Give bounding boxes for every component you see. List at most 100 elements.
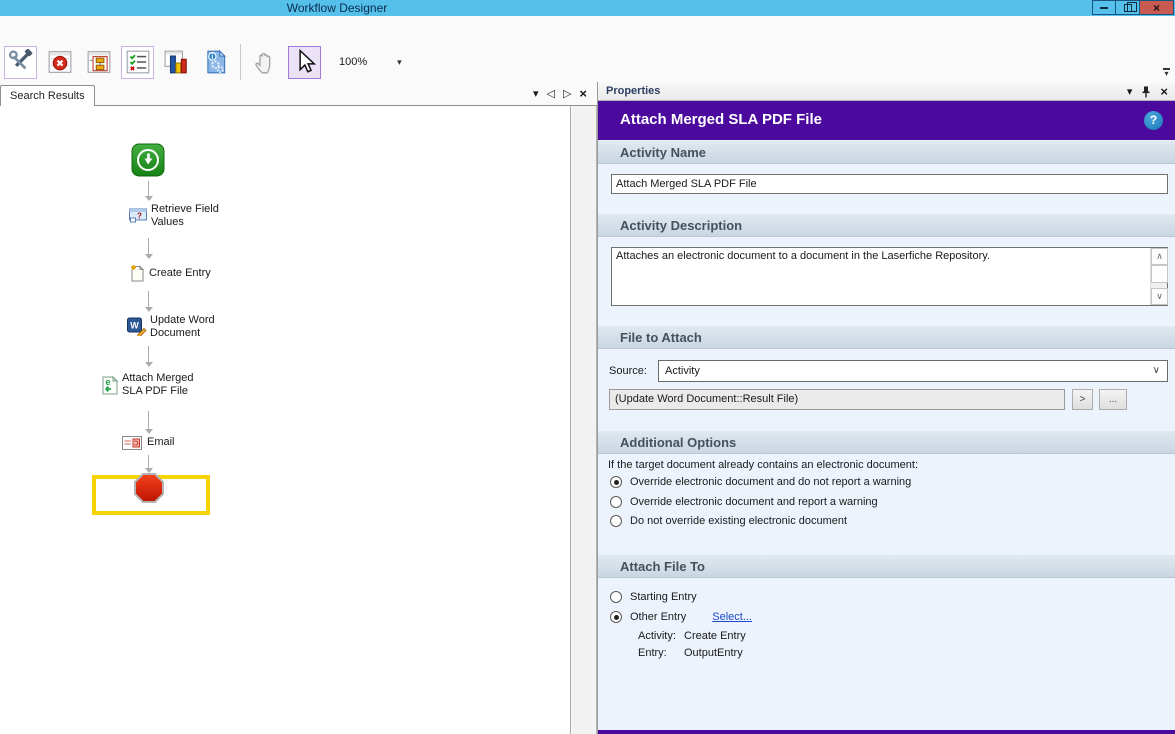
window-title: Workflow Designer	[286, 1, 388, 15]
radio-label: Override electronic document and do not …	[630, 476, 912, 488]
chevron-down-icon: ∨	[1152, 365, 1160, 376]
toolbar-overflow-button[interactable]: ▾	[1163, 68, 1170, 77]
scroll-up-icon[interactable]: ∧	[1151, 248, 1168, 265]
document-tab-bar: Search Results ▾ ◁ ▷ ×	[0, 84, 597, 106]
task-list-button[interactable]	[121, 45, 154, 79]
svg-text:W: W	[130, 321, 139, 331]
stop-icon	[134, 473, 164, 503]
email-icon	[122, 436, 142, 450]
workflow-node-attach-merged-sla-pdf-file[interactable]: e Attach Merged SLA PDF File	[101, 372, 206, 398]
activity-name-input[interactable]	[611, 174, 1168, 194]
tab-search-results[interactable]: Search Results	[0, 85, 95, 106]
tab-list-dropdown-icon[interactable]: ▾	[533, 87, 539, 101]
scroll-tabs-left-icon[interactable]: ◁	[546, 87, 554, 101]
source-select[interactable]: Activity ∨	[658, 360, 1168, 382]
flow-arrow	[144, 455, 153, 473]
token-menu-button[interactable]: >	[1072, 389, 1093, 410]
node-label: Attach Merged SLA PDF File	[122, 372, 194, 397]
tab-bar-controls: ▾ ◁ ▷ ×	[533, 87, 587, 101]
pan-button[interactable]	[249, 46, 282, 79]
section-header-additional-options: Additional Options	[598, 431, 1175, 454]
window-controls: ×	[1092, 0, 1174, 15]
pointer-button[interactable]	[288, 45, 321, 79]
task-list-icon	[126, 50, 149, 74]
pan-hand-icon	[254, 52, 270, 74]
properties-panel-controls: ▾ ×	[1127, 84, 1168, 99]
statistics-button[interactable]	[160, 46, 193, 79]
flow-arrow	[144, 411, 153, 434]
pin-icon[interactable]	[1141, 86, 1151, 98]
workflow-diagram-button[interactable]	[82, 46, 115, 79]
panel-bottom-accent	[598, 730, 1175, 734]
scroll-tabs-right-icon[interactable]: ▷	[563, 87, 571, 101]
activity-title-bar: Attach Merged SLA PDF File ?	[598, 101, 1175, 140]
window-position-icon[interactable]: ▾	[1127, 85, 1133, 98]
workflow-node-end[interactable]	[133, 472, 165, 504]
radio-do-not-override[interactable]	[610, 515, 622, 527]
workflow-node-retrieve-field-values[interactable]: ? Retrieve Field Values	[129, 203, 233, 229]
radio-starting-entry[interactable]	[610, 591, 622, 603]
token-value-field[interactable]: (Update Word Document::Result File)	[609, 389, 1065, 410]
radio-label: Override electronic document and report …	[630, 496, 878, 508]
flow-arrow	[144, 291, 153, 312]
help-icon[interactable]: ?	[1144, 111, 1163, 130]
workflow-node-start[interactable]	[131, 143, 165, 177]
radio-other-entry[interactable]	[610, 611, 622, 623]
workflow-node-update-word-document[interactable]: W Update Word Document	[127, 314, 230, 340]
workflow-info-icon: i	[206, 49, 226, 74]
node-label: Update Word Document	[150, 314, 215, 339]
radio-label: Other Entry	[630, 611, 687, 623]
flow-arrow	[144, 346, 153, 367]
radio-label: Do not override existing electronic docu…	[630, 515, 848, 527]
svg-text:e: e	[105, 377, 110, 387]
toolbar-separator	[240, 44, 241, 80]
section-header-attach-file-to: Attach File To	[598, 555, 1175, 578]
close-button[interactable]: ×	[1140, 0, 1174, 15]
description-scrollbar[interactable]: ∧ ∨	[1150, 248, 1168, 305]
activity-description-input[interactable]: Attaches an electronic document to a doc…	[612, 248, 1150, 305]
source-select-value: Activity	[665, 365, 700, 377]
scrollbar-thumb[interactable]	[1151, 265, 1168, 283]
error-list-button[interactable]	[43, 46, 76, 79]
radio-row: Override electronic document and report …	[610, 496, 878, 508]
workflow-info-button[interactable]: i	[199, 46, 232, 79]
main-toolbar: i 100% ▾ ▾	[0, 16, 1175, 84]
zoom-dropdown-icon[interactable]: ▾	[397, 57, 402, 68]
close-tab-icon[interactable]: ×	[579, 87, 587, 101]
workflow-node-email[interactable]: Email	[122, 436, 175, 450]
designer-region: Search Results ▾ ◁ ▷ × ? Retrieve Field …	[0, 84, 597, 734]
detail-value: OutputEntry	[684, 647, 743, 659]
browse-button[interactable]: ...	[1099, 389, 1127, 410]
detail-value: Create Entry	[684, 630, 746, 642]
properties-panel-title: Properties	[606, 85, 661, 97]
radio-row: Other Entry Select...	[610, 611, 752, 623]
radio-label: Starting Entry	[630, 591, 697, 603]
panel-splitter[interactable]	[572, 106, 597, 734]
radio-row: Override electronic document and do not …	[610, 476, 911, 488]
word-document-icon: W	[127, 317, 147, 336]
close-panel-icon[interactable]: ×	[1160, 84, 1168, 99]
zoom-level-value[interactable]: 100%	[339, 56, 367, 68]
activity-title: Attach Merged SLA PDF File	[620, 111, 822, 128]
node-label: Email	[147, 436, 175, 448]
radio-row: Starting Entry	[610, 591, 697, 603]
radio-override-no-warning[interactable]	[610, 476, 622, 488]
svg-text:i: i	[211, 54, 213, 61]
node-label: Create Entry	[149, 267, 211, 279]
restore-icon	[1123, 1, 1137, 12]
minimize-icon	[1100, 6, 1108, 9]
section-header-activity-description: Activity Description	[598, 214, 1175, 237]
detail-label: Activity:	[638, 630, 676, 642]
restore-button[interactable]	[1116, 0, 1140, 15]
minimize-button[interactable]	[1092, 0, 1116, 15]
radio-override-with-warning[interactable]	[610, 496, 622, 508]
tools-icon	[8, 49, 32, 70]
workflow-node-create-entry[interactable]: Create Entry	[129, 264, 239, 282]
svg-text:?: ?	[137, 212, 142, 221]
select-entry-link[interactable]: Select...	[712, 611, 752, 623]
flow-arrow	[144, 181, 153, 201]
scroll-down-icon[interactable]: ∨	[1151, 288, 1168, 305]
workflow-canvas[interactable]: ? Retrieve Field Values Create Entry W U…	[0, 106, 571, 734]
tools-button[interactable]	[4, 45, 37, 79]
title-bar: Workflow Designer ×	[0, 0, 1175, 16]
